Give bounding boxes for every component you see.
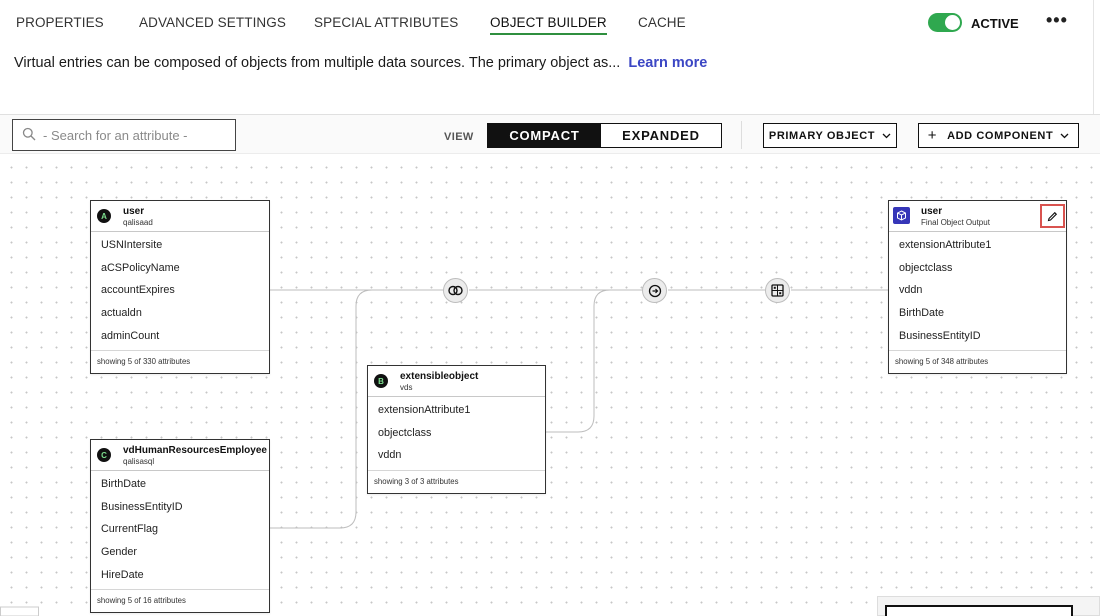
join-node[interactable] — [443, 278, 468, 303]
attribute-row[interactable]: HireDate — [91, 563, 269, 586]
attribute-row[interactable]: extensionAttribute1 — [368, 399, 545, 422]
calculator-icon — [771, 284, 784, 297]
card-subtitle: qalisasql — [123, 457, 155, 466]
attribute-row[interactable]: accountExpires — [91, 279, 269, 302]
card-title: user — [921, 206, 943, 217]
connector-b-merge — [546, 289, 642, 433]
attribute-count: showing 3 of 3 attributes — [368, 469, 545, 493]
attribute-row[interactable]: actualdn — [91, 302, 269, 325]
canvas-controls[interactable] — [0, 604, 40, 616]
source-badge: C — [97, 448, 111, 462]
attribute-row[interactable]: aCSPolicyName — [91, 257, 269, 280]
canvas-minimap[interactable] — [877, 596, 1100, 616]
attribute-row[interactable]: objectclass — [889, 257, 1066, 280]
attribute-count: showing 5 of 348 attributes — [889, 349, 1066, 373]
attribute-row[interactable]: BirthDate — [91, 473, 269, 496]
card-header: B extensibleobject vds — [368, 366, 545, 397]
edit-button[interactable] — [1040, 204, 1065, 228]
source-card-a[interactable]: A user qalisaad USNIntersite aCSPolicyNa… — [90, 200, 270, 374]
attribute-row[interactable]: adminCount — [91, 324, 269, 347]
attribute-row[interactable]: USNIntersite — [91, 234, 269, 257]
attribute-row[interactable]: vddn — [368, 444, 545, 467]
merge-icon — [648, 284, 661, 297]
join-icon — [448, 285, 463, 296]
attribute-row[interactable]: objectclass — [368, 422, 545, 445]
card-title: user — [123, 206, 145, 217]
source-badge: B — [374, 374, 388, 388]
attribute-row[interactable]: CurrentFlag — [91, 518, 269, 541]
card-header: A user qalisaad — [91, 201, 269, 232]
source-card-c[interactable]: C vdHumanResourcesEmployee qalisasql Bir… — [90, 439, 270, 613]
output-card[interactable]: user Final Object Output extensionAttrib… — [888, 200, 1067, 374]
card-header: C vdHumanResourcesEmployee qalisasql — [91, 440, 269, 471]
compute-node[interactable] — [765, 278, 790, 303]
source-badge: A — [97, 209, 111, 223]
card-header: user Final Object Output — [889, 201, 1066, 232]
card-title: extensibleobject — [400, 371, 479, 382]
attribute-row[interactable]: BirthDate — [889, 302, 1066, 325]
cube-icon — [897, 210, 906, 221]
attribute-row[interactable]: vddn — [889, 279, 1066, 302]
minimap-viewport[interactable] — [885, 605, 1073, 616]
card-subtitle: vds — [400, 383, 413, 392]
attribute-row[interactable]: BusinessEntityID — [889, 324, 1066, 347]
attribute-row[interactable]: extensionAttribute1 — [889, 234, 1066, 257]
card-subtitle: qalisaad — [123, 218, 153, 227]
pencil-icon — [1047, 211, 1058, 221]
merge-node[interactable] — [642, 278, 667, 303]
output-badge — [893, 207, 910, 224]
attribute-count: showing 5 of 330 attributes — [91, 349, 269, 373]
attribute-count: showing 5 of 16 attributes — [91, 588, 269, 612]
attribute-row[interactable]: BusinessEntityID — [91, 496, 269, 519]
card-title: vdHumanResourcesEmployee — [123, 445, 267, 456]
source-card-b[interactable]: B extensibleobject vds extensionAttribut… — [367, 365, 546, 494]
attribute-row[interactable]: Gender — [91, 541, 269, 564]
card-subtitle: Final Object Output — [921, 218, 990, 227]
